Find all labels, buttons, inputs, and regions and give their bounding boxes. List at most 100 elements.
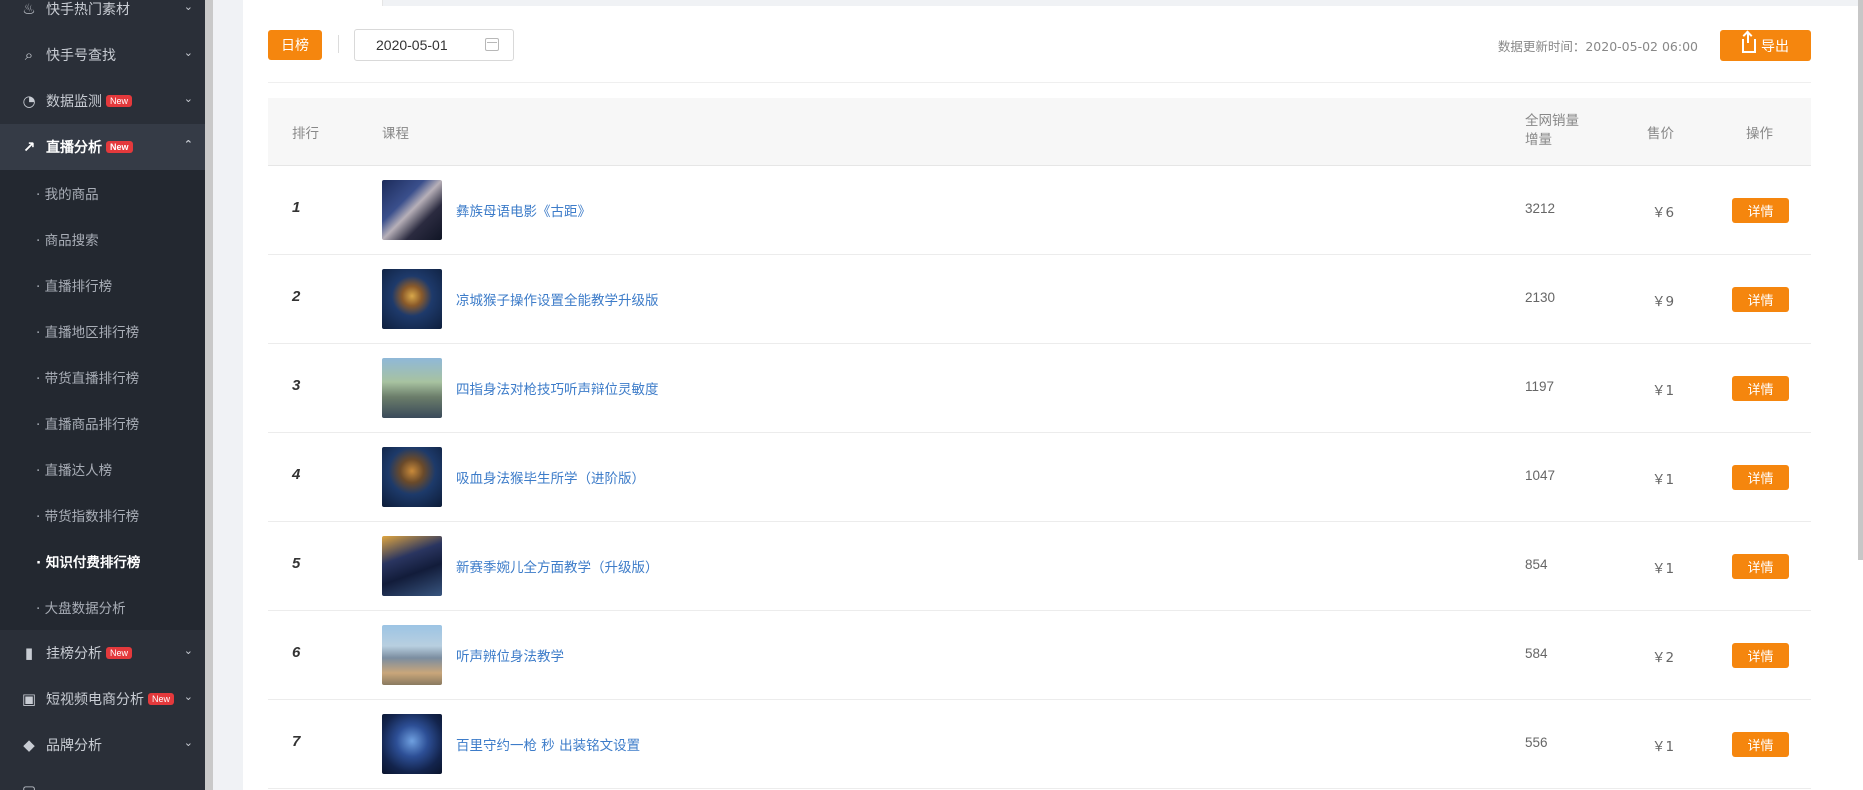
update-time-text: 数据更新时间：2020-05-02 06:00: [1497, 39, 1698, 54]
new-badge: New: [106, 95, 133, 107]
submenu-product-search[interactable]: · 商品搜索: [0, 216, 205, 262]
menu-label: 品牌分析: [46, 738, 102, 754]
rank-number: 4: [292, 466, 301, 483]
toolbar-divider: [268, 82, 1811, 83]
price-value: ￥1: [1652, 383, 1675, 399]
header-sales: 全网销量增量: [1525, 113, 1579, 148]
course-link[interactable]: 四指身法对枪技巧听声辩位灵敏度: [456, 378, 659, 398]
square-icon: ▢: [20, 782, 38, 790]
price-value: ￥2: [1652, 650, 1675, 666]
sales-value: 2130: [1525, 290, 1556, 305]
detail-button[interactable]: 详情: [1732, 732, 1789, 757]
diamond-icon: ◆: [23, 736, 35, 754]
detail-button[interactable]: 详情: [1732, 376, 1789, 401]
bar-chart-icon: ▮: [24, 644, 34, 662]
detail-button[interactable]: 详情: [1732, 198, 1789, 223]
menu-item-brand-analysis[interactable]: ◆ 品牌分析 ⌄: [0, 722, 205, 768]
price-value: ￥1: [1652, 561, 1675, 577]
menu-item-account-search[interactable]: ⌕ 快手号查找 ⌄: [0, 32, 205, 78]
calendar-icon: [485, 38, 499, 51]
sales-value: 1047: [1525, 468, 1556, 483]
menu-item-data-monitor[interactable]: ◔ 数据监测 New ⌄: [0, 78, 205, 124]
course-link[interactable]: 百里守约一枪 秒 出装铭文设置: [456, 734, 640, 754]
export-label: 导出: [1761, 38, 1789, 55]
course-link[interactable]: 新赛季婉儿全方面教学（升级版）: [456, 556, 659, 576]
search-icon: ⌕: [24, 46, 34, 64]
menu-item-hot-material[interactable]: ♨ 快手热门素材 ⌄: [0, 0, 205, 32]
export-button[interactable]: 导出: [1720, 30, 1811, 61]
daily-ranking-button[interactable]: 日榜: [268, 30, 322, 60]
sales-value: 584: [1525, 646, 1548, 661]
sales-value: 854: [1525, 557, 1548, 572]
price-value: ￥1: [1652, 739, 1675, 755]
submenu-live-ranking[interactable]: · 直播排行榜: [0, 262, 205, 308]
submenu-sales-live-ranking[interactable]: · 带货直播排行榜: [0, 354, 205, 400]
table-row: 7 百里守约一枪 秒 出装铭文设置 556 ￥1 详情: [268, 700, 1811, 789]
table-row: 1 彝族母语电影《古距》 3212 ￥6 详情: [268, 166, 1811, 255]
sidebar-scrollbar[interactable]: [205, 0, 213, 790]
page-scrollbar[interactable]: [1858, 0, 1863, 560]
chevron-down-icon: ⌄: [183, 46, 193, 59]
divider: [338, 35, 339, 53]
header-rank: 排行: [292, 126, 319, 142]
submenu-live-product-ranking[interactable]: · 直播商品排行榜: [0, 400, 205, 446]
submenu-sales-index-ranking[interactable]: · 带货指数排行榜: [0, 492, 205, 538]
course-thumbnail[interactable]: [382, 536, 442, 596]
menu-label: 挂榜分析: [46, 646, 102, 662]
sales-value: 556: [1525, 735, 1548, 750]
menu-item-partial[interactable]: ▢: [0, 768, 205, 790]
header-price: 售价: [1647, 126, 1674, 142]
detail-button[interactable]: 详情: [1732, 554, 1789, 579]
active-tab[interactable]: [243, 0, 383, 6]
shopping-bag-icon: ▣: [21, 690, 37, 708]
upload-icon: [1742, 32, 1756, 53]
course-thumbnail[interactable]: [382, 714, 442, 774]
course-link[interactable]: 凉城猴子操作设置全能教学升级版: [456, 289, 659, 309]
rank-number: 6: [292, 644, 301, 661]
chevron-up-icon: ⌃: [183, 138, 193, 151]
rank-number: 1: [292, 199, 301, 216]
menu-item-chart-analysis[interactable]: ▮ 挂榜分析 New ⌄: [0, 630, 205, 676]
table-row: 4 吸血身法猴毕生所学（进阶版） 1047 ￥1 详情: [268, 433, 1811, 522]
detail-button[interactable]: 详情: [1732, 465, 1789, 490]
submenu-my-products[interactable]: · 我的商品: [0, 170, 205, 216]
price-value: ￥1: [1652, 472, 1675, 488]
course-thumbnail[interactable]: [382, 625, 442, 685]
course-thumbnail[interactable]: [382, 358, 442, 418]
new-badge: New: [106, 141, 133, 153]
course-link[interactable]: 吸血身法猴毕生所学（进阶版）: [456, 467, 645, 487]
rank-number: 3: [292, 377, 301, 394]
menu-label: 快手号查找: [46, 48, 116, 64]
price-value: ￥9: [1652, 294, 1675, 310]
menu-label: 快手热门素材: [46, 2, 130, 18]
sales-value: 1197: [1525, 379, 1555, 394]
course-thumbnail[interactable]: [382, 447, 442, 507]
submenu-paid-knowledge-ranking[interactable]: · 知识付费排行榜: [0, 538, 205, 584]
rank-number: 2: [292, 288, 301, 305]
submenu-live-talent-ranking[interactable]: · 直播达人榜: [0, 446, 205, 492]
table-header: 排行 课程 全网销量增量 售价 操作: [268, 98, 1811, 166]
page-gutter: [213, 0, 243, 790]
course-thumbnail[interactable]: [382, 180, 442, 240]
chevron-down-icon: ⌄: [183, 92, 193, 105]
header-course: 课程: [382, 126, 409, 142]
menu-item-short-video-ecommerce[interactable]: ▣ 短视频电商分析 New ⌄: [0, 676, 205, 722]
new-badge: New: [106, 647, 133, 659]
submenu-market-data-analysis[interactable]: · 大盘数据分析: [0, 584, 205, 630]
date-picker[interactable]: 2020-05-01: [354, 29, 514, 61]
course-thumbnail[interactable]: [382, 269, 442, 329]
menu-label: 数据监测: [46, 94, 102, 110]
course-link[interactable]: 彝族母语电影《古距》: [456, 200, 591, 220]
table-row: 6 听声辨位身法教学 584 ￥2 详情: [268, 611, 1811, 700]
detail-button[interactable]: 详情: [1732, 287, 1789, 312]
sidebar: ♨ 快手热门素材 ⌄ ⌕ 快手号查找 ⌄ ◔ 数据监测 New ⌄ ↗ 直播分析…: [0, 0, 205, 790]
fire-icon: ♨: [22, 0, 36, 18]
submenu-live-region-ranking[interactable]: · 直播地区排行榜: [0, 308, 205, 354]
rank-number: 7: [292, 733, 301, 750]
course-link[interactable]: 听声辨位身法教学: [456, 645, 564, 665]
menu-item-live-analysis[interactable]: ↗ 直播分析 New ⌃: [0, 124, 205, 170]
monitor-icon: ◔: [22, 92, 36, 110]
detail-button[interactable]: 详情: [1732, 643, 1789, 668]
price-value: ￥6: [1652, 205, 1675, 221]
trend-icon: ↗: [22, 138, 36, 156]
